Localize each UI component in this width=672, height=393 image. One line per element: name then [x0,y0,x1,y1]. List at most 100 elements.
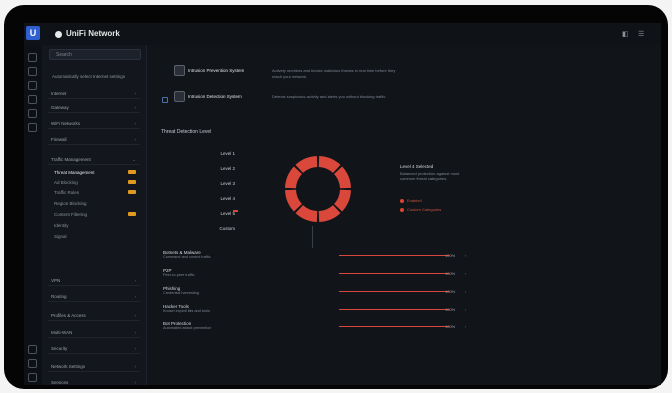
donut-leader-line [312,226,313,248]
sidebar-item-internet[interactable]: Internet › [48,89,140,99]
chevron-right-icon: › [134,294,137,299]
shield-icon [174,91,185,102]
feature-ids-toggle[interactable]: Intrusion Detection System [174,91,254,102]
level-option[interactable]: Level 4 [209,194,235,204]
sidebar-sub-signal[interactable]: Signal [54,234,67,239]
chevron-right-icon: › [134,346,137,351]
sidebar-item-profiles[interactable]: Profiles & Access › [48,311,140,321]
section-title: Threat Detection Level [161,129,212,135]
category-bar[interactable] [339,326,449,327]
sidebar-item-label: Routing [51,294,67,299]
sidebar-item-label: Internet [51,91,67,96]
chevron-right-icon: › [134,278,137,283]
category-label: P2P Peer-to-peer traffic [163,268,313,277]
device-bezel: U UniFi Network ◧ ☰ Search Automatically… [4,5,668,389]
status-badge [128,170,136,174]
chevron-right-icon: › [134,137,137,142]
ids-checkbox[interactable] [162,97,168,103]
donut-segment [295,156,318,173]
sidebar-item-routing[interactable]: Routing › [48,292,140,302]
feature-ips-toggle[interactable]: Intrusion Prevention System [174,65,254,76]
sidebar-item-services[interactable]: Services › [48,378,140,385]
chevron-right-icon[interactable]: › [465,324,466,329]
clients-icon[interactable] [28,95,37,104]
category-value: 100% [445,289,456,294]
sidebar-sub-adblock[interactable]: Ad Blocking [54,180,136,185]
chevron-right-icon[interactable]: › [465,307,466,312]
category-bar[interactable] [339,255,449,256]
account-icon[interactable]: ☰ [638,30,648,38]
chevron-right-icon[interactable]: › [465,289,466,294]
icon-rail [24,45,42,385]
sidebar-sub-traffic-rules[interactable]: Traffic Rules [54,190,136,195]
feature-description: Detects suspicious activity and alerts y… [272,94,387,99]
app-title: UniFi Network [66,29,120,38]
sidebar-item-label: Multi-WAN [51,330,73,335]
threat-level-donut [285,156,351,222]
insights-icon[interactable] [28,123,37,132]
category-bar[interactable] [339,309,449,310]
chevron-right-icon: › [134,380,137,385]
sidebar-item-label: Firewall [51,137,67,142]
auto-settings-link[interactable]: Automatically select Internet settings [52,74,125,79]
sidebar-item-multiwan[interactable]: Multi-WAN › [48,328,140,338]
statistics-icon[interactable] [28,109,37,118]
sidebar-item-label: Gateway [51,105,69,110]
level-option[interactable]: Level 2 [209,164,235,174]
dashboard-icon[interactable] [28,53,37,62]
sidebar-item-firewall[interactable]: Firewall › [48,135,140,145]
category-value: 100% [445,324,456,329]
sidebar-sub-region[interactable]: Region Blocking [54,201,87,206]
system-log-icon[interactable] [28,359,37,368]
category-subtitle: Known exploit kits and tools [163,309,210,313]
chevron-right-icon[interactable]: › [465,253,466,258]
donut-segment [318,156,341,173]
notifications-icon[interactable]: ◧ [622,30,632,38]
topology-icon[interactable] [28,67,37,76]
category-label: Botnets & Malware Command and control tra… [163,250,313,259]
sidebar-item-label: Services [51,380,69,385]
feature-description: Actively monitors and blocks malicious t… [272,68,396,79]
category-value: 100% [445,307,456,312]
level-option[interactable]: Custom [209,224,235,234]
sidebar-item-wifi[interactable]: WiFi Networks › [48,119,140,129]
top-bar: U UniFi Network ◧ ☰ [24,23,661,45]
chevron-right-icon[interactable]: › [465,271,466,276]
app-screen: U UniFi Network ◧ ☰ Search Automatically… [24,23,661,385]
level-option-selected[interactable]: Level 5 [209,209,235,219]
sidebar-item-vpn[interactable]: VPN › [48,276,140,286]
level-option[interactable]: Level 1 [209,149,235,159]
unifi-logo-icon[interactable]: U [26,26,40,40]
sidebar-item-label: Profiles & Access [51,313,86,318]
donut-segment [334,189,351,212]
devices-icon[interactable] [28,81,37,90]
settings-icon[interactable] [28,373,37,382]
category-value: 100% [445,271,456,276]
feature-label: Intrusion Detection System [188,94,242,99]
sidebar-sub-threat[interactable]: Threat Management [54,170,136,175]
level-option[interactable]: Level 3 [209,179,235,189]
category-bar-fill [339,255,449,256]
donut-segment [285,166,302,189]
search-input[interactable]: Search [49,49,141,60]
category-bar[interactable] [339,273,449,274]
status-badge [128,190,136,194]
selected-level-marker [233,210,238,212]
sidebar-item-traffic[interactable]: Traffic Management ⌄ [48,155,140,165]
sidebar-sub-identity[interactable]: Identity [54,223,69,228]
chevron-right-icon: › [134,105,137,110]
sidebar-item-gateway[interactable]: Gateway › [48,103,140,113]
alerts-icon[interactable] [28,345,37,354]
sidebar-sub-content[interactable]: Content Filtering [54,212,136,217]
donut-segment [334,166,351,189]
category-label: Hacker Tools Known exploit kits and tools [163,304,313,313]
sidebar-item-security[interactable]: Security › [48,344,140,354]
sidebar-item-network-settings[interactable]: Network Settings › [48,362,140,372]
chevron-right-icon: › [134,91,137,96]
category-bar-fill [339,309,449,310]
donut-segment [285,189,302,212]
legend-description: Balanced protection against most common … [400,171,460,181]
category-bar[interactable] [339,291,449,292]
chevron-down-icon: ⌄ [132,157,136,162]
category-subtitle: Peer-to-peer traffic [163,273,195,277]
